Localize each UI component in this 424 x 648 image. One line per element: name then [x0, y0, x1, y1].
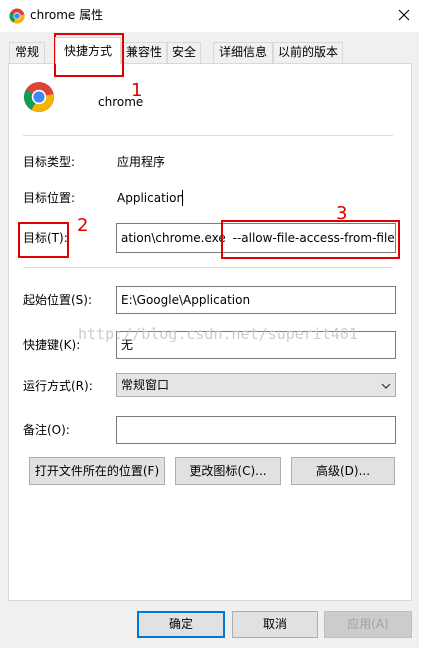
target-type-value: 应用程序 — [117, 155, 166, 169]
tab-compatibility[interactable]: 兼容性 — [121, 42, 167, 63]
annotation-box-3 — [221, 220, 400, 259]
target-input-text-part1: ation\chrome.exe — [121, 231, 226, 245]
ok-button[interactable]: 确定 — [137, 611, 225, 638]
tab-previous-versions[interactable]: 以前的版本 — [273, 42, 343, 63]
apply-button[interactable]: 应用(A) — [324, 611, 412, 638]
tab-details[interactable]: 详细信息 — [213, 42, 273, 63]
comment-label: 备注(O): — [23, 423, 70, 437]
comment-input[interactable] — [116, 416, 396, 444]
run-select-value: 常规窗口 — [121, 378, 170, 392]
annotation-number-1: 1 — [131, 80, 143, 101]
close-icon — [398, 9, 410, 21]
cancel-button[interactable]: 取消 — [232, 611, 318, 638]
target-location-label: 目标位置: — [23, 191, 76, 205]
advanced-button[interactable]: 高级(D)... — [291, 457, 395, 485]
target-location-value: Application — [117, 191, 185, 205]
annotation-box-2 — [18, 222, 69, 258]
run-select[interactable]: 常规窗口 — [116, 373, 396, 397]
tab-security[interactable]: 安全 — [167, 42, 201, 63]
close-button[interactable] — [392, 3, 416, 27]
chrome-icon — [9, 8, 25, 24]
chevron-down-icon — [381, 380, 391, 390]
chrome-large-icon — [23, 81, 55, 113]
hotkey-label: 快捷键(K): — [23, 338, 81, 352]
start-in-label: 起始位置(S): — [23, 293, 93, 307]
annotation-number-3: 3 — [336, 203, 348, 224]
start-in-input[interactable]: E:\Google\Application — [116, 286, 396, 314]
change-icon-button[interactable]: 更改图标(C)... — [175, 457, 281, 485]
run-label: 运行方式(R): — [23, 379, 93, 393]
window-title: chrome 属性 — [30, 8, 104, 22]
annotation-number-2: 2 — [77, 215, 89, 236]
open-file-location-button[interactable]: 打开文件所在的位置(F) — [29, 457, 165, 485]
target-type-label: 目标类型: — [23, 155, 76, 169]
divider — [23, 135, 393, 136]
divider — [23, 267, 393, 268]
window-edge — [419, 0, 424, 648]
text-cursor — [182, 190, 183, 206]
watermark: http://blog.csdn.net/superit401 — [78, 325, 358, 343]
tab-shortcut[interactable]: 快捷方式 — [55, 37, 121, 64]
tab-general[interactable]: 常规 — [9, 42, 45, 63]
